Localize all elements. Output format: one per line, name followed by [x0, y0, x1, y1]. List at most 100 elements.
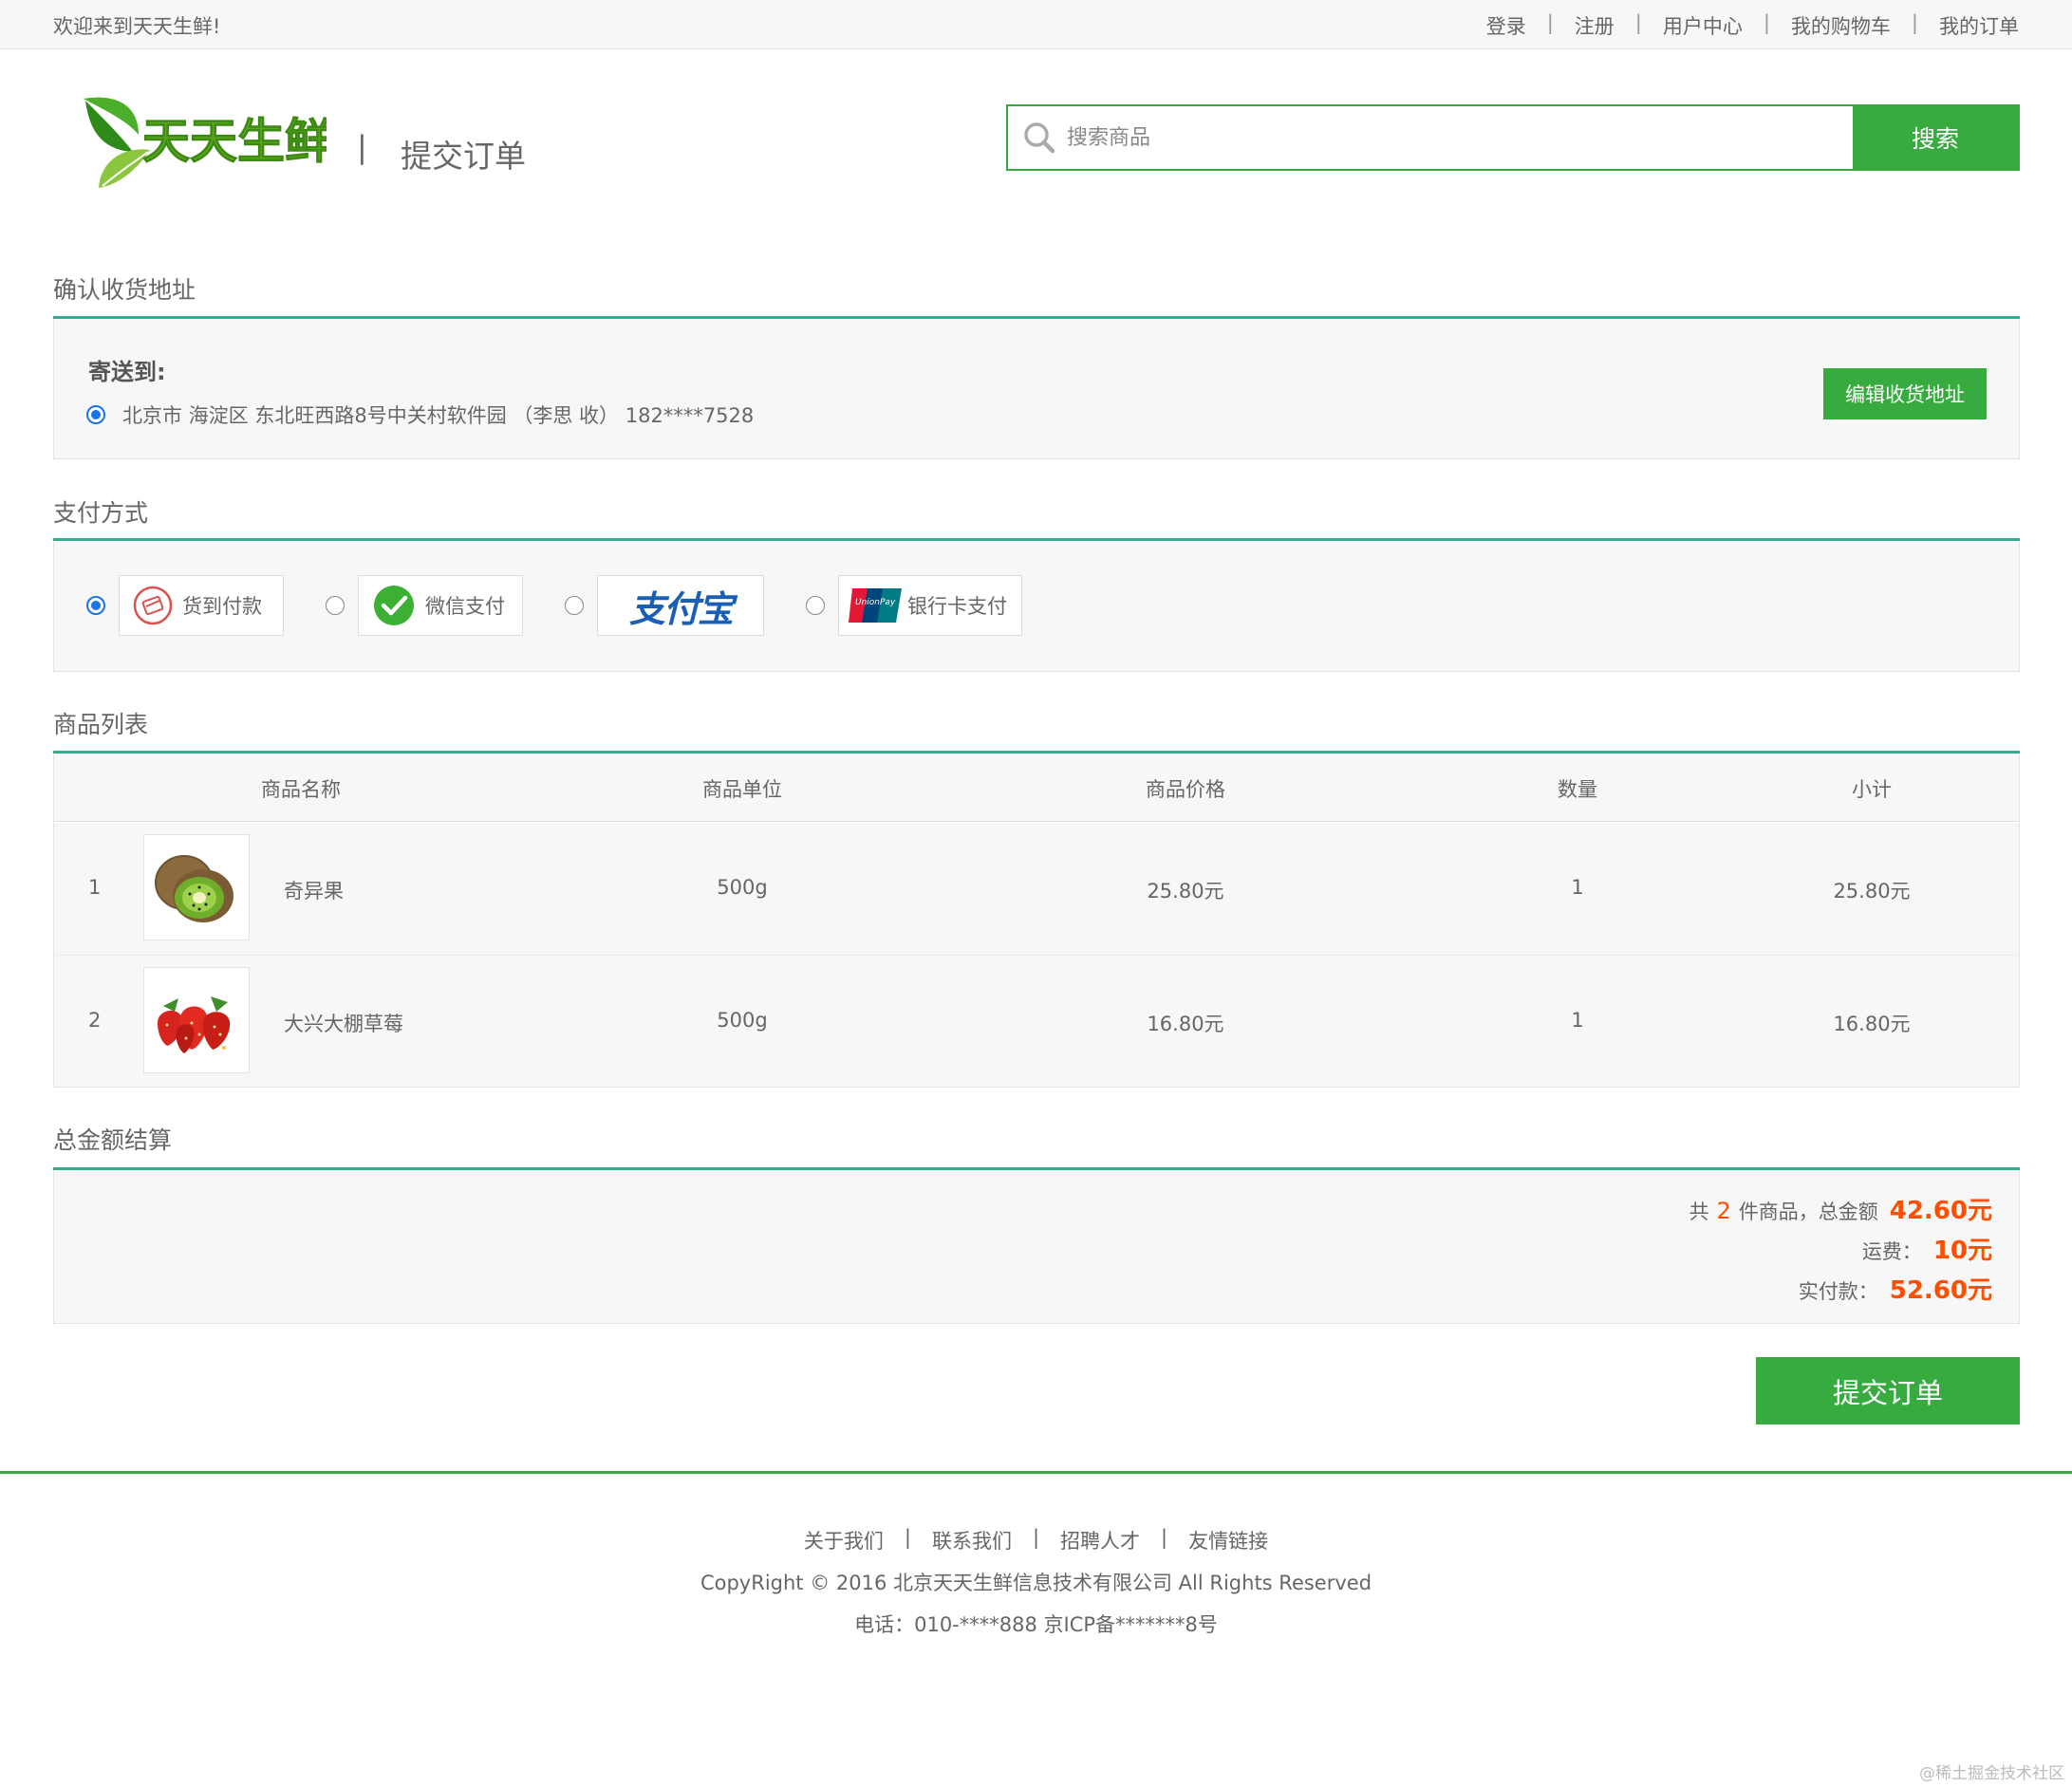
table-row: 1 奇异果 500g 25.80元 1 25.80元: [53, 823, 2020, 955]
pay-card-wechat[interactable]: 微信支付: [358, 575, 523, 636]
search-icon: [1008, 106, 1067, 169]
product-unit: 500g: [717, 1009, 768, 1032]
leaf-logo-icon: 天天生鲜: [84, 97, 333, 188]
top-bar: 欢迎来到天天生鲜! 登录 | 注册 | 用户中心 | 我的购物车 | 我的订单: [0, 0, 2072, 49]
footer-separator: |: [1161, 1526, 1168, 1549]
col-unit: 商品单位: [702, 778, 782, 801]
about-us-link[interactable]: 关于我们: [783, 1526, 905, 1554]
paid-line: 实付款： 52.60元: [1799, 1271, 1992, 1306]
address-section-title: 确认收货地址: [53, 276, 196, 304]
product-subtotal: 16.80元: [1833, 1013, 1911, 1035]
payment-options: 货到付款 微信支付 支付宝 UnionPay 银行卡支付: [86, 575, 1037, 636]
search-bar: 搜索: [1006, 104, 2020, 171]
submit-order-button[interactable]: 提交订单: [1756, 1357, 2020, 1424]
footer-links: 关于我们 | 联系我们 | 招聘人才 | 友情链接: [0, 1526, 2072, 1554]
ship-to-label: 寄送到:: [88, 359, 166, 385]
top-separator: |: [1634, 11, 1642, 34]
address-box: 寄送到: 北京市 海淀区 东北旺西路8号中关村软件园 （李思 收） 182***…: [53, 319, 2020, 459]
logo-text: 天天生鲜: [142, 114, 327, 169]
my-orders-link[interactable]: 我的订单: [1918, 11, 2019, 40]
pay-radio-wechat[interactable]: [326, 596, 345, 615]
product-price: 16.80元: [1147, 1013, 1224, 1035]
product-price: 25.80元: [1147, 880, 1224, 903]
total-box: 共 2 件商品，总金额 42.60元 运费： 10元 实付款： 52.60元: [53, 1170, 2020, 1324]
payment-section-title: 支付方式: [53, 499, 149, 527]
page-title: 提交订单: [401, 138, 526, 175]
table-row: 2 大兴大棚草莓 500g 16.80元 1 16.80元: [53, 956, 2020, 1088]
shipping-label: 运费：: [1861, 1240, 1922, 1263]
pay-option-cod[interactable]: 货到付款: [86, 575, 284, 636]
total-section-title: 总金额结算: [53, 1126, 173, 1154]
top-links: 登录 | 注册 | 用户中心 | 我的购物车 | 我的订单: [1465, 11, 2019, 40]
header-separator: |: [357, 129, 367, 165]
pay-radio-alipay[interactable]: [565, 596, 584, 615]
address-radio[interactable]: [86, 405, 105, 424]
product-table-header: 商品名称 商品单位 商品价格 数量 小计: [53, 754, 2020, 822]
welcome-text: 欢迎来到天天生鲜!: [53, 15, 221, 38]
col-name: 商品名称: [261, 778, 341, 801]
contact-us-link[interactable]: 联系我们: [911, 1526, 1033, 1554]
count-suffix: 件商品，总金额: [1738, 1201, 1878, 1223]
col-subtotal: 小计: [1852, 778, 1892, 801]
footer-separator: |: [1032, 1526, 1040, 1549]
total-amount: 42.60元: [1889, 1197, 1992, 1225]
watermark-text: @稀土掘金技术社区: [1919, 1764, 2064, 1783]
pay-label-cod: 货到付款: [182, 595, 262, 618]
address-text: 北京市 海淀区 东北旺西路8号中关村软件园 （李思 收） 182****7528: [122, 404, 755, 427]
paid-label: 实付款：: [1798, 1280, 1878, 1303]
shipping-fee: 10元: [1932, 1237, 1992, 1265]
item-count: 2: [1716, 1198, 1731, 1224]
register-link[interactable]: 注册: [1554, 11, 1635, 40]
alipay-logo: 支付宝: [628, 587, 734, 630]
pay-option-unionpay[interactable]: UnionPay 银联 银行卡支付: [806, 575, 1022, 636]
row-index: 2: [88, 1009, 102, 1032]
products-section-title: 商品列表: [53, 711, 149, 738]
product-name[interactable]: 奇异果: [284, 876, 344, 904]
footer-divider: [0, 1471, 2072, 1474]
footer-separator: |: [904, 1526, 911, 1549]
pay-card-unionpay[interactable]: UnionPay 银联 银行卡支付: [838, 575, 1022, 636]
pay-card-cod[interactable]: 货到付款: [119, 575, 284, 636]
pay-label-wechat: 微信支付: [425, 595, 505, 618]
login-link[interactable]: 登录: [1465, 11, 1547, 40]
wechat-pay-icon: [372, 585, 416, 626]
top-separator: |: [1911, 11, 1918, 34]
count-prefix: 共: [1689, 1201, 1709, 1223]
edit-address-button[interactable]: 编辑收货地址: [1823, 368, 1987, 419]
contact-info: 电话：010-****888 京ICP备*******8号: [854, 1613, 1218, 1636]
pay-option-wechat[interactable]: 微信支付: [326, 575, 523, 636]
top-separator: |: [1763, 11, 1770, 34]
col-qty: 数量: [1558, 778, 1597, 801]
paid-amount: 52.60元: [1889, 1276, 1992, 1305]
my-cart-link[interactable]: 我的购物车: [1770, 11, 1912, 40]
pay-option-alipay[interactable]: 支付宝: [565, 575, 764, 636]
cash-on-delivery-icon: [133, 586, 173, 625]
product-unit: 500g: [717, 876, 768, 899]
product-thumbnail-kiwi[interactable]: [143, 834, 250, 940]
pay-card-alipay[interactable]: 支付宝: [597, 575, 764, 636]
user-center-link[interactable]: 用户中心: [1642, 11, 1764, 40]
unionpay-logo-text: UnionPay 银联: [855, 597, 904, 607]
product-qty: 1: [1571, 876, 1584, 899]
address-option[interactable]: 北京市 海淀区 东北旺西路8号中关村软件园 （李思 收） 182****7528: [86, 400, 754, 429]
search-button[interactable]: 搜索: [1853, 106, 2018, 169]
payment-box: 货到付款 微信支付 支付宝 UnionPay 银行卡支付: [53, 541, 2020, 672]
top-separator: |: [1546, 11, 1554, 34]
col-price: 商品价格: [1146, 778, 1225, 801]
site-logo[interactable]: 天天生鲜: [80, 93, 333, 197]
shipping-line: 运费： 10元: [1862, 1231, 1992, 1266]
product-thumbnail-strawberry[interactable]: [143, 967, 250, 1073]
pay-radio-unionpay[interactable]: [806, 596, 825, 615]
total-summary: 共 2 件商品，总金额 42.60元: [1689, 1191, 1992, 1226]
row-index: 1: [88, 876, 102, 899]
friend-links-link[interactable]: 友情链接: [1167, 1526, 1289, 1554]
product-subtotal: 25.80元: [1833, 880, 1911, 903]
product-qty: 1: [1571, 1009, 1584, 1032]
pay-label-unionpay: 银行卡支付: [907, 595, 1007, 618]
careers-link[interactable]: 招聘人才: [1039, 1526, 1161, 1554]
copyright-text: CopyRight © 2016 北京天天生鲜信息技术有限公司 All Righ…: [700, 1572, 1372, 1594]
search-input[interactable]: [1067, 106, 1853, 169]
unionpay-icon: UnionPay 银联: [849, 586, 904, 624]
product-name[interactable]: 大兴大棚草莓: [284, 1009, 403, 1037]
pay-radio-cod[interactable]: [86, 596, 105, 615]
